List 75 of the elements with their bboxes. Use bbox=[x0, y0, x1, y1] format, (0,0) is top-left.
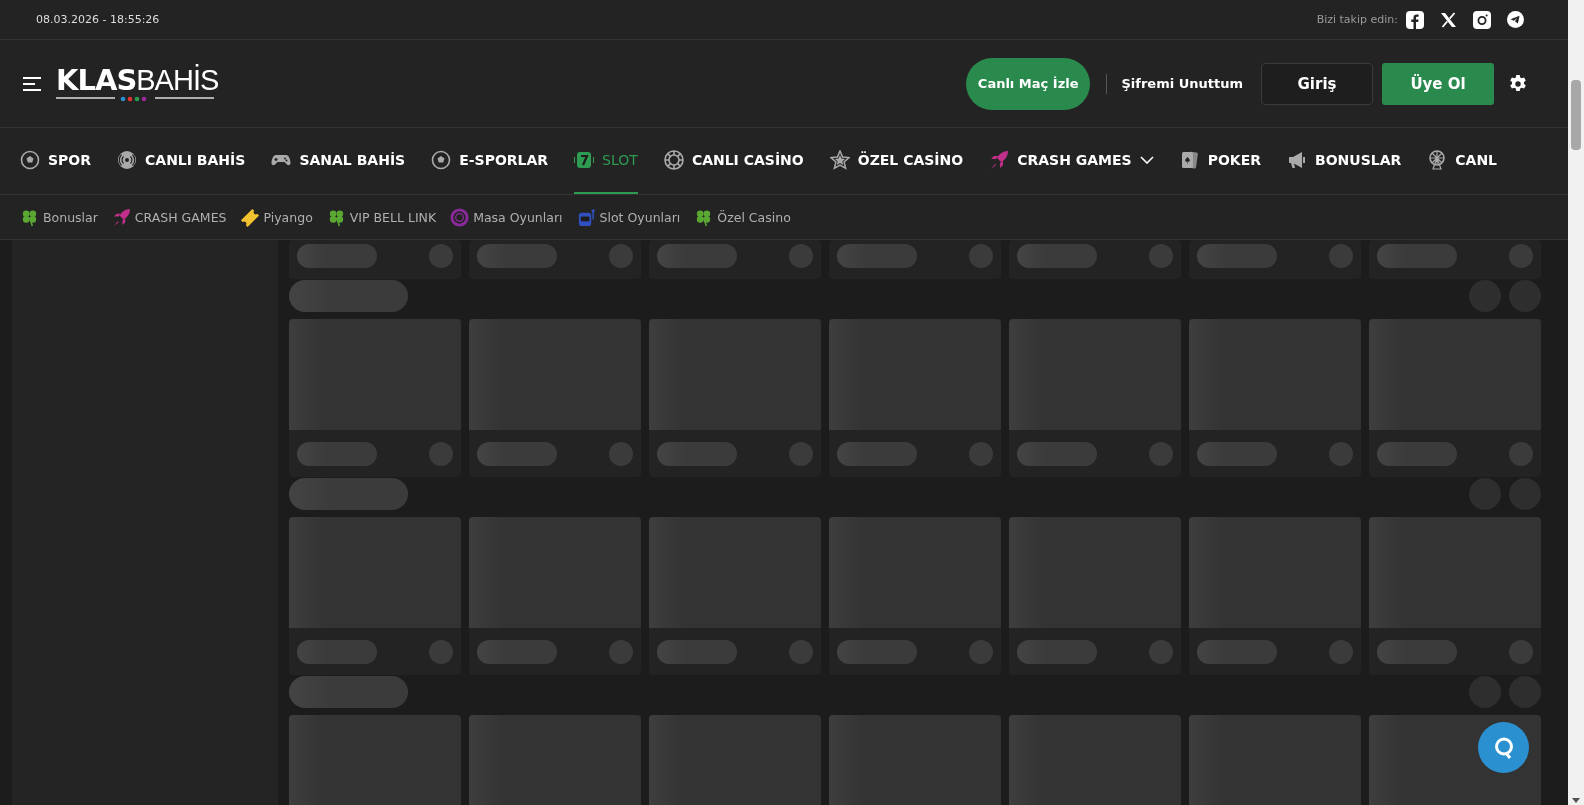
nav-tab[interactable]: ÖZEL CASİNO bbox=[829, 128, 964, 194]
icon-placeholder bbox=[1329, 441, 1353, 466]
nav-tab[interactable]: POKER bbox=[1179, 128, 1261, 194]
icon-placeholder bbox=[429, 639, 453, 664]
ferris-wheel-icon bbox=[1427, 150, 1448, 170]
game-card-placeholder[interactable] bbox=[1009, 240, 1181, 279]
instagram-icon[interactable] bbox=[1473, 10, 1491, 29]
game-card-placeholder[interactable] bbox=[289, 240, 461, 279]
settings-icon[interactable] bbox=[1508, 73, 1528, 94]
facebook-icon[interactable] bbox=[1406, 10, 1424, 29]
forgot-password-link[interactable]: Şifremi Unuttum bbox=[1121, 76, 1243, 91]
follow-label: Bizi takip edin: bbox=[1316, 13, 1398, 26]
icon-placeholder bbox=[609, 639, 633, 664]
icon-placeholder bbox=[1329, 244, 1353, 268]
nav-tab[interactable]: E-SPORLAR bbox=[431, 128, 549, 194]
nav-tab[interactable]: SPOR bbox=[20, 128, 92, 194]
rocket-icon bbox=[989, 150, 1010, 170]
megaphone-icon bbox=[1287, 150, 1307, 170]
broadcast-icon bbox=[117, 150, 138, 170]
icon-placeholder bbox=[1329, 639, 1353, 664]
icon-placeholder bbox=[1509, 639, 1533, 664]
clover-icon bbox=[20, 207, 39, 227]
icon-placeholder bbox=[1149, 639, 1173, 664]
nav-tab[interactable]: SANAL BAHİS bbox=[271, 128, 406, 194]
category-link[interactable]: CRASH GAMES bbox=[111, 207, 227, 227]
icon-placeholder bbox=[789, 441, 813, 466]
date-time: 08.03.2026 - 18:55:26 bbox=[36, 13, 161, 26]
login-button[interactable]: Giriş bbox=[1261, 62, 1373, 105]
ticket-icon bbox=[240, 207, 260, 227]
menu-icon[interactable] bbox=[22, 75, 42, 92]
icon-placeholder bbox=[789, 244, 813, 268]
nav-tab[interactable]: CRASH GAMES bbox=[989, 128, 1154, 194]
chip-icon bbox=[663, 150, 684, 170]
icon-placeholder bbox=[1509, 441, 1533, 466]
chip-icon bbox=[450, 207, 470, 227]
category-link[interactable]: VIP BELL LINK bbox=[326, 207, 437, 227]
game-card-placeholder[interactable] bbox=[649, 240, 821, 279]
register-button[interactable]: Üye Ol bbox=[1382, 62, 1494, 105]
slot-icon bbox=[574, 150, 595, 170]
nav-tab[interactable]: BONUSLAR bbox=[1287, 128, 1402, 194]
ball-icon bbox=[20, 150, 40, 170]
icon-placeholder bbox=[609, 244, 633, 268]
scroll-down-icon[interactable] bbox=[1572, 798, 1580, 803]
icon-placeholder bbox=[969, 441, 993, 466]
category-link[interactable]: Özel Casino bbox=[694, 207, 791, 227]
scrollbar-thumb[interactable] bbox=[1571, 80, 1581, 150]
category-link[interactable]: Masa Oyunları bbox=[450, 207, 563, 227]
rocket-icon bbox=[111, 207, 131, 227]
icon-placeholder bbox=[969, 244, 993, 268]
nav-tab[interactable]: CANLI BAHİS bbox=[117, 128, 246, 194]
icon-placeholder bbox=[429, 441, 453, 466]
nav-tab[interactable]: CANL bbox=[1427, 128, 1498, 194]
cards-icon bbox=[1179, 150, 1200, 170]
slot-icon bbox=[576, 207, 596, 227]
game-card-placeholder[interactable] bbox=[1189, 240, 1361, 279]
category-link[interactable]: Piyango bbox=[240, 207, 313, 227]
icon-placeholder bbox=[429, 244, 453, 268]
category-link[interactable]: Slot Oyunları bbox=[576, 207, 681, 227]
icon-placeholder bbox=[969, 639, 993, 664]
x-icon[interactable] bbox=[1440, 11, 1457, 28]
nav-tab[interactable]: CANLI CASİNO bbox=[663, 128, 804, 194]
icon-placeholder bbox=[789, 639, 813, 664]
star-icon bbox=[829, 150, 850, 170]
game-card-placeholder[interactable] bbox=[829, 240, 1001, 279]
category-link[interactable]: Bonuslar bbox=[20, 207, 98, 227]
icon-placeholder bbox=[609, 441, 633, 466]
ball-icon bbox=[431, 150, 452, 170]
telegram-icon[interactable] bbox=[1507, 11, 1524, 28]
chat-icon bbox=[1492, 735, 1515, 760]
icon-placeholder bbox=[1149, 441, 1173, 466]
live-match-button[interactable]: Canlı Maç İzle bbox=[965, 57, 1091, 110]
icon-placeholder bbox=[1149, 244, 1173, 268]
icon-placeholder bbox=[1509, 244, 1533, 268]
game-card-placeholder[interactable] bbox=[1369, 240, 1541, 279]
game-card-placeholder[interactable] bbox=[469, 240, 641, 279]
